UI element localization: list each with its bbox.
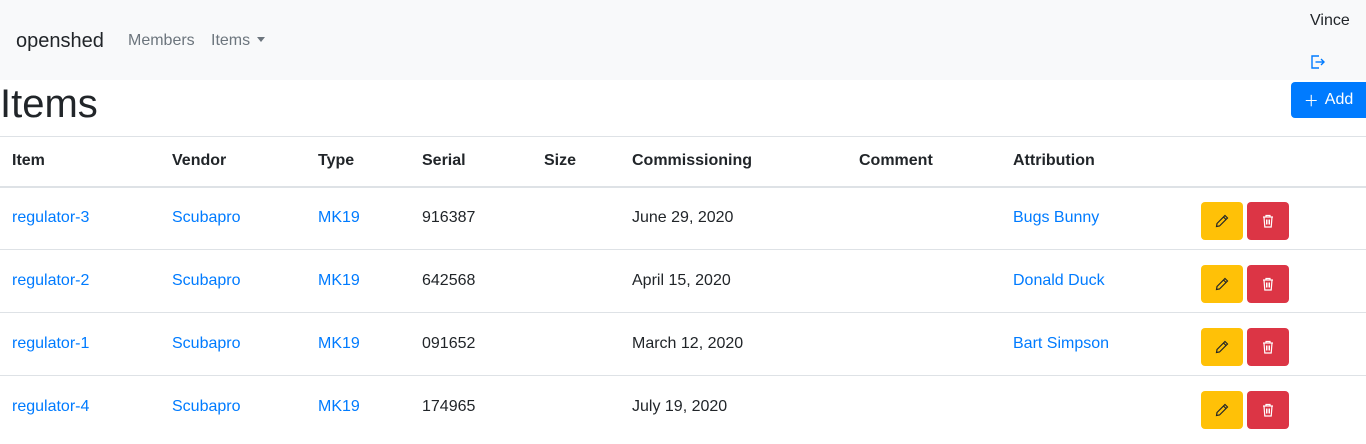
edit-button[interactable] [1201, 391, 1243, 430]
delete-button[interactable] [1247, 328, 1289, 366]
vendor-link[interactable]: Scubapro [172, 272, 241, 289]
delete-button[interactable] [1247, 202, 1289, 241]
item-link[interactable]: regulator-2 [12, 272, 89, 289]
pencil-icon [1215, 277, 1229, 291]
trash-icon [1263, 404, 1273, 417]
row-actions [1201, 322, 1354, 366]
serial-cell: 091652 [410, 312, 532, 376]
column-header-serial: Serial [410, 136, 532, 188]
trash-icon [1263, 215, 1273, 228]
edit-button[interactable] [1201, 328, 1243, 366]
add-button-label: Add [1324, 91, 1354, 108]
page-title: Items [0, 82, 98, 126]
commissioning-cell: June 29, 2020 [620, 186, 847, 250]
pencil-icon [1215, 403, 1229, 417]
row-actions [1201, 385, 1354, 430]
commissioning-cell: March 12, 2020 [620, 312, 847, 376]
comment-cell [847, 186, 1001, 250]
comment-cell [847, 376, 1001, 439]
row-actions [1201, 259, 1354, 303]
type-link[interactable]: MK19 [318, 335, 360, 352]
logout-icon[interactable] [1309, 53, 1327, 71]
items-table: Item Vendor Type Serial Size Commissioni… [0, 136, 1366, 439]
table-row: regulator-2 Scubapro MK19 642568 April 1… [0, 249, 1366, 313]
pencil-icon [1215, 340, 1229, 354]
table-row: regulator-3 Scubapro MK19 916387 June 29… [0, 186, 1366, 250]
pencil-icon [1215, 214, 1229, 228]
trash-icon [1263, 340, 1273, 354]
size-cell [532, 249, 620, 313]
edit-button[interactable] [1201, 202, 1243, 241]
nav-items-label: Items [211, 32, 251, 49]
column-header-type: Type [306, 136, 410, 188]
vendor-link[interactable]: Scubapro [172, 335, 241, 352]
size-cell [532, 186, 620, 250]
username: Vince [1310, 12, 1350, 29]
serial-cell: 916387 [410, 186, 532, 250]
row-actions [1201, 196, 1354, 241]
nav-members[interactable]: Members [128, 31, 195, 51]
commissioning-cell: July 19, 2020 [632, 398, 728, 416]
attribution-link[interactable]: Bugs Bunny [1013, 209, 1099, 226]
delete-button[interactable] [1247, 391, 1289, 430]
comment-cell [847, 249, 1001, 313]
column-header-comment: Comment [847, 136, 1001, 188]
vendor-link[interactable]: Scubapro [172, 398, 241, 415]
commissioning-cell: April 15, 2020 [620, 249, 847, 313]
type-link[interactable]: MK19 [318, 272, 360, 289]
serial-cell: 642568 [410, 249, 532, 313]
column-header-size: Size [532, 136, 620, 188]
size-cell [532, 376, 620, 439]
caret-down-icon [257, 37, 266, 42]
column-header-attribution: Attribution [1001, 136, 1189, 188]
vendor-link[interactable]: Scubapro [172, 209, 241, 226]
table-row: regulator-4 Scubapro MK19 174965 July 19… [0, 376, 1366, 439]
type-link[interactable]: MK19 [318, 398, 360, 415]
delete-button[interactable] [1247, 265, 1289, 303]
add-item-button[interactable]: ＋ Add [1291, 82, 1366, 118]
column-header-item: Item [0, 136, 160, 188]
comment-cell [847, 312, 1001, 376]
item-link[interactable]: regulator-4 [12, 398, 89, 415]
column-header-commissioning: Commissioning [620, 136, 847, 188]
navbar: openshed Members Items Vince [0, 0, 1366, 80]
column-header-vendor: Vendor [160, 136, 306, 188]
table-row: regulator-1 Scubapro MK19 091652 March 1… [0, 312, 1366, 376]
column-header-actions [1189, 136, 1366, 188]
type-link[interactable]: MK19 [318, 209, 360, 226]
brand-logo[interactable]: openshed [16, 29, 104, 53]
nav-items-dropdown[interactable]: Items [211, 31, 266, 51]
item-link[interactable]: regulator-3 [12, 209, 89, 226]
plus-icon: ＋ [1303, 92, 1319, 110]
serial-cell: 174965 [422, 398, 476, 416]
item-link[interactable]: regulator-1 [12, 335, 89, 352]
attribution-link[interactable]: Bart Simpson [1013, 335, 1109, 352]
edit-button[interactable] [1201, 265, 1243, 303]
trash-icon [1263, 277, 1273, 291]
size-cell [532, 312, 620, 376]
table-header-row: Item Vendor Type Serial Size Commissioni… [0, 136, 1366, 188]
attribution-link[interactable]: Donald Duck [1013, 272, 1105, 289]
